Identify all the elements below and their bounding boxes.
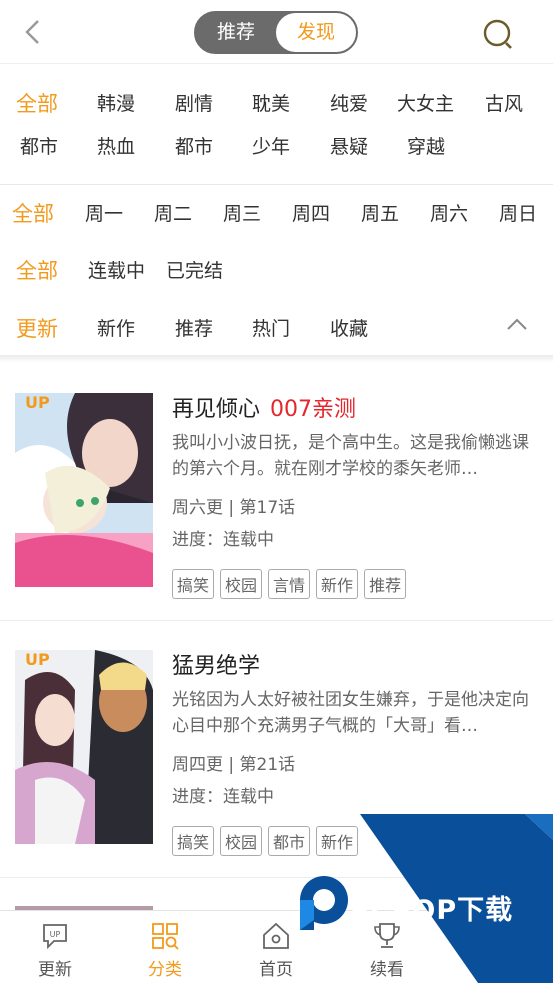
tag-chip[interactable]: 搞笑 [172, 826, 215, 856]
day-item[interactable]: 周三 [223, 194, 261, 234]
nav-home[interactable]: 首页 [221, 911, 331, 983]
status-item[interactable]: 已完结 [166, 251, 223, 291]
tag-chip[interactable]: 校园 [220, 569, 263, 599]
day-item[interactable]: 周日 [499, 194, 537, 234]
tab-discover[interactable]: 发现 [276, 13, 356, 52]
day-all[interactable]: 全部 [12, 194, 54, 234]
status-all[interactable]: 全部 [16, 251, 58, 291]
comic-card[interactable]: UP 猛男绝学 光铭因为人太好被社团女生嫌弃，于是他决定向心目中那个充满男子气概… [0, 620, 553, 878]
genre-item[interactable]: 都市 [20, 127, 58, 167]
up-badge: UP [25, 393, 50, 412]
day-item[interactable]: 周二 [154, 194, 192, 234]
genre-item[interactable]: 热血 [97, 127, 135, 167]
comic-card[interactable]: UP 再见倾心 007亲测 我叫小小波日抚，是个高中生。这是我偷懒逃课的第六个月。… [0, 363, 553, 621]
tag-chip[interactable]: 新作 [316, 826, 359, 856]
day-item[interactable]: 周一 [85, 194, 123, 234]
sort-item[interactable]: 新作 [97, 309, 135, 349]
sort-update[interactable]: 更新 [16, 309, 58, 349]
tag-chip[interactable]: 搞笑 [172, 569, 215, 599]
tag-chip[interactable]: 都市 [268, 826, 311, 856]
bottom-nav: UP 更新 分类 首页 续看 我 [0, 910, 553, 983]
comic-progress: 进度：连载中 [172, 787, 274, 807]
search-icon[interactable] [480, 16, 516, 52]
cover-illustration [15, 650, 153, 844]
divider [0, 184, 553, 185]
nav-label: 更新 [38, 960, 72, 980]
trophy-icon [374, 923, 400, 948]
tag-chip[interactable]: 校园 [220, 826, 263, 856]
comic-title-text: 猛男绝学 [172, 654, 261, 679]
nav-label: 分类 [148, 960, 182, 980]
home-icon [263, 922, 289, 949]
top-bar: 推荐 发现 [0, 0, 553, 64]
tag-chip[interactable]: 新作 [316, 569, 359, 599]
up-bubble-icon: UP [43, 924, 67, 950]
comic-tags: 搞笑 校园 都市 新作 [172, 826, 364, 856]
genre-item[interactable]: 耽美 [252, 84, 290, 124]
nav-me[interactable]: 我 [443, 911, 553, 983]
comic-title[interactable]: 猛男绝学 [172, 648, 260, 680]
comic-title-tag: 007亲测 [270, 397, 357, 422]
svg-text:UP: UP [50, 930, 61, 939]
nav-label: 首页 [259, 960, 293, 980]
comic-cover[interactable]: UP [15, 393, 153, 587]
up-badge: UP [25, 650, 50, 669]
genre-item[interactable]: 大女主 [397, 84, 454, 124]
nav-label: 我 [489, 960, 507, 980]
tag-chip[interactable]: 推荐 [364, 569, 407, 599]
comic-update-info: 周六更 | 第17话 [172, 498, 296, 518]
genre-item[interactable]: 穿越 [407, 127, 445, 167]
sort-item[interactable]: 收藏 [330, 309, 368, 349]
genre-item[interactable]: 都市 [175, 127, 213, 167]
category-grid-icon [152, 923, 179, 950]
person-icon [486, 924, 510, 949]
day-item[interactable]: 周六 [430, 194, 468, 234]
status-item[interactable]: 连载中 [88, 251, 145, 291]
sort-item[interactable]: 推荐 [175, 309, 213, 349]
tab-switcher: 推荐 发现 [194, 11, 358, 54]
genre-all[interactable]: 全部 [16, 84, 58, 124]
tab-recommend[interactable]: 推荐 [196, 13, 276, 52]
back-arrow-icon[interactable] [18, 16, 48, 48]
comic-update-info: 周四更 | 第21话 [172, 755, 296, 775]
comic-title-text: 再见倾心 [172, 397, 261, 422]
cover-illustration [15, 393, 153, 587]
nav-label: 续看 [370, 960, 404, 980]
sort-item[interactable]: 热门 [252, 309, 290, 349]
genre-item[interactable]: 悬疑 [330, 127, 368, 167]
genre-item[interactable]: 韩漫 [97, 84, 135, 124]
day-item[interactable]: 周四 [292, 194, 330, 234]
day-item[interactable]: 周五 [361, 194, 399, 234]
genre-item[interactable]: 剧情 [175, 84, 213, 124]
comic-tags: 搞笑 校园 言情 新作 推荐 [172, 569, 412, 599]
nav-update[interactable]: UP 更新 [0, 911, 110, 983]
comic-description: 光铭因为人太好被社团女生嫌弃，于是他决定向心目中那个充满男子气概的「大哥」看… [172, 690, 529, 736]
genre-item[interactable]: 少年 [252, 127, 290, 167]
tag-chip[interactable]: 言情 [268, 569, 311, 599]
genre-item[interactable]: 古风 [485, 84, 523, 124]
comic-description: 我叫小小波日抚，是个高中生。这是我偷懒逃课的第六个月。就在刚才学校的黍矢老师… [172, 433, 529, 479]
comic-cover[interactable]: UP [15, 650, 153, 844]
chevron-up-icon[interactable] [505, 316, 529, 332]
comic-progress: 进度：连载中 [172, 530, 274, 550]
section-divider [0, 355, 553, 363]
comic-title[interactable]: 再见倾心 007亲测 [172, 391, 356, 423]
nav-category[interactable]: 分类 [110, 911, 220, 983]
genre-item[interactable]: 纯爱 [330, 84, 368, 124]
nav-continue[interactable]: 续看 [332, 911, 442, 983]
